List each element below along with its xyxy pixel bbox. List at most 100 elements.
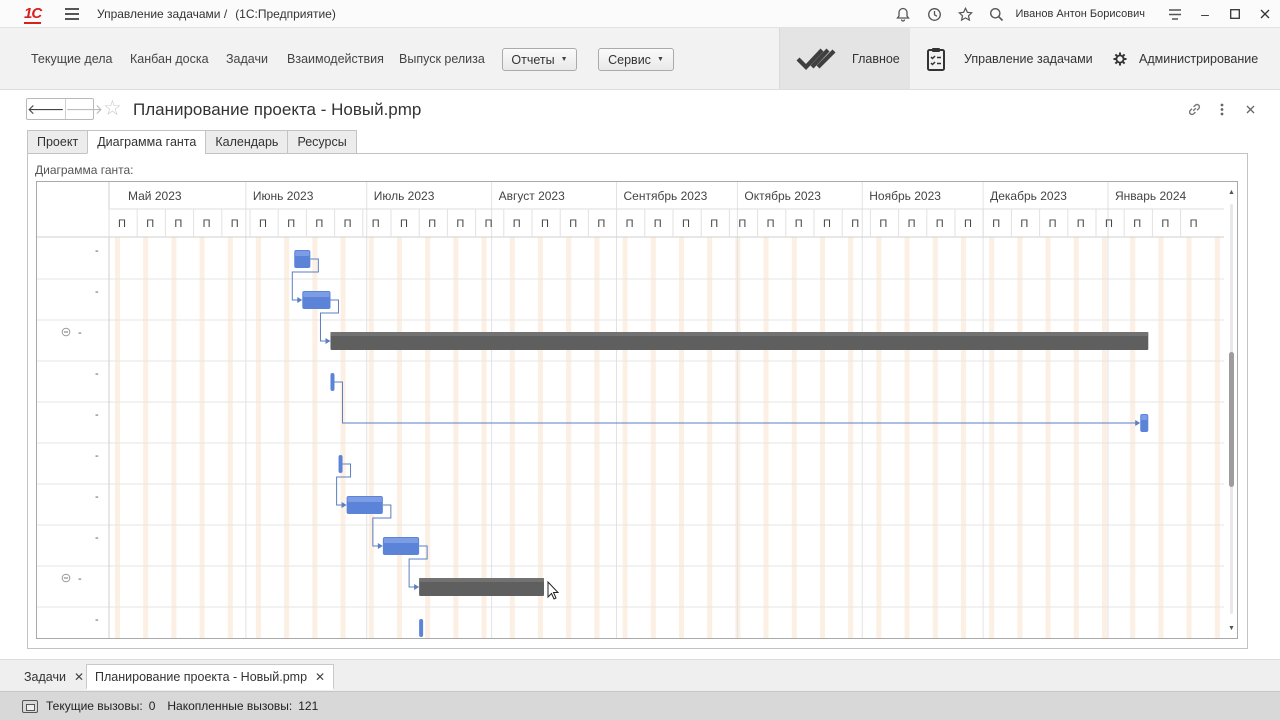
open-window-tasks[interactable]: Задачи ✕ <box>24 664 84 690</box>
task-name[interactable]: - <box>95 450 99 462</box>
task-name[interactable]: - <box>95 286 99 298</box>
more-icon[interactable] <box>1214 100 1230 118</box>
weekend-stripe <box>848 237 854 638</box>
week-label: П <box>231 218 239 230</box>
task-name[interactable]: - <box>95 532 99 544</box>
user-name[interactable]: Иванов Антон Борисович <box>1012 8 1159 20</box>
weekend-stripe <box>819 237 825 638</box>
week-label: П <box>1105 218 1113 230</box>
week-label: П <box>597 218 605 230</box>
week-label: П <box>795 218 803 230</box>
star-icon[interactable] <box>950 0 981 28</box>
section-administration[interactable]: Администрирование <box>1113 28 1258 89</box>
maximize-icon[interactable] <box>1220 0 1250 28</box>
close-icon[interactable] <box>1250 0 1280 28</box>
week-label: П <box>1020 218 1028 230</box>
close-icon[interactable]: ✕ <box>315 670 325 684</box>
section-main[interactable]: Главное <box>780 28 910 89</box>
forward-button[interactable]: 🡒 <box>64 99 103 119</box>
favorite-star-icon[interactable]: ☆ <box>103 97 122 121</box>
dependency-arrow <box>377 543 383 549</box>
weekend-stripe <box>876 237 882 638</box>
week-label: П <box>1190 218 1198 230</box>
minimize-icon[interactable]: – <box>1190 0 1220 28</box>
link-icon[interactable] <box>1186 100 1202 118</box>
weekend-stripe <box>453 237 459 638</box>
close-form-icon[interactable] <box>1242 100 1258 118</box>
tab-project[interactable]: Проект <box>27 130 88 154</box>
task-name[interactable]: - <box>95 368 99 380</box>
weekend-stripe <box>1045 237 1051 638</box>
weekend-stripe <box>1101 237 1107 638</box>
search-icon[interactable] <box>981 0 1012 28</box>
weekend-stripe <box>904 237 910 638</box>
gear-icon <box>1113 52 1127 65</box>
week-label: П <box>485 218 493 230</box>
week-label: П <box>654 218 662 230</box>
open-windows-bar: Задачи ✕ Планирование проекта - Новый.pmp… <box>0 659 1280 691</box>
tab-gantt[interactable]: Диаграмма ганта <box>87 130 206 154</box>
weekend-stripe <box>255 237 261 638</box>
week-label: П <box>823 218 831 230</box>
settings-icon[interactable] <box>1159 0 1190 28</box>
reports-dropdown[interactable]: Отчеты ▼ <box>502 48 577 71</box>
tab-resources[interactable]: Ресурсы <box>287 130 357 154</box>
current-calls-value: 0 <box>148 699 156 713</box>
nav-link-interactions[interactable]: Взаимодействия <box>287 52 384 66</box>
week-label: П <box>287 218 295 230</box>
task-name[interactable]: - <box>95 409 99 421</box>
scroll-up-icon[interactable]: ▲ <box>1224 186 1237 198</box>
month-label: Май 2023 <box>128 189 182 203</box>
app-logo[interactable]: 1С <box>24 5 42 24</box>
weekend-stripe <box>1073 237 1079 638</box>
tab-calendar[interactable]: Календарь <box>205 130 288 154</box>
weekend-stripe <box>932 237 938 638</box>
section-task-management[interactable]: Управление задачами <box>926 28 1093 89</box>
section-task-management-label: Управление задачами <box>964 51 1093 66</box>
weekend-stripe <box>791 237 797 638</box>
section-panel: Текущие дела Канбан доска Задачи Взаимод… <box>0 28 1280 90</box>
gantt-chart[interactable]: Май 2023 Июнь 2023 Июль 2023 Август 2023 Сен… <box>36 181 1238 639</box>
task-name[interactable]: - <box>95 491 99 503</box>
nav-link-release[interactable]: Выпуск релиза <box>399 52 485 66</box>
history-nav: 🡐 🡒 <box>26 98 103 120</box>
week-label: П <box>1049 218 1057 230</box>
nav-link-current-affairs[interactable]: Текущие дела <box>31 52 113 66</box>
app-title-platform: (1С:Предприятие) <box>235 7 336 21</box>
nav-link-tasks[interactable]: Задачи <box>226 52 268 66</box>
task-name[interactable]: - <box>78 573 82 585</box>
open-window-project-planning[interactable]: Планирование проекта - Новый.pmp ✕ <box>86 664 335 690</box>
week-label: П <box>936 218 944 230</box>
weekend-stripe <box>678 237 684 638</box>
back-button[interactable]: 🡐 <box>27 99 65 119</box>
weekend-stripe <box>340 237 346 638</box>
nav-link-kanban[interactable]: Канбан доска <box>130 52 209 66</box>
section-main-label: Главное <box>852 51 900 66</box>
task-bar-highlight <box>303 292 330 297</box>
week-label: П <box>682 218 690 230</box>
main-menu-icon[interactable] <box>65 8 79 20</box>
milestone-bar[interactable] <box>419 619 424 637</box>
milestone-bar[interactable] <box>330 373 335 391</box>
gantt-canvas[interactable]: Май 2023 Июнь 2023 Июль 2023 Август 2023 Сен… <box>37 182 1224 638</box>
week-label: П <box>1161 218 1169 230</box>
scroll-down-icon[interactable]: ▼ <box>1224 622 1237 634</box>
week-label: П <box>456 218 464 230</box>
calls-icon[interactable] <box>22 699 38 713</box>
chevron-down-icon: ▼ <box>560 56 568 63</box>
gantt-vertical-scrollbar[interactable]: ▲ ▼ <box>1224 182 1237 638</box>
week-label: П <box>964 218 972 230</box>
service-dropdown[interactable]: Сервис ▼ <box>598 48 674 71</box>
bell-icon[interactable] <box>888 0 919 28</box>
scroll-thumb[interactable] <box>1229 352 1234 487</box>
task-name[interactable]: - <box>78 327 82 339</box>
weekend-stripe <box>481 237 487 638</box>
title-bar: 1С Управление задачами / (1С:Предприятие)… <box>0 0 1280 28</box>
task-name[interactable]: - <box>95 245 99 257</box>
milestone-bar[interactable] <box>338 455 343 473</box>
task-name[interactable]: - <box>95 614 99 626</box>
week-label: П <box>738 218 746 230</box>
service-dropdown-label: Сервис <box>608 52 651 67</box>
history-icon[interactable] <box>919 0 950 28</box>
close-icon[interactable]: ✕ <box>74 670 84 684</box>
